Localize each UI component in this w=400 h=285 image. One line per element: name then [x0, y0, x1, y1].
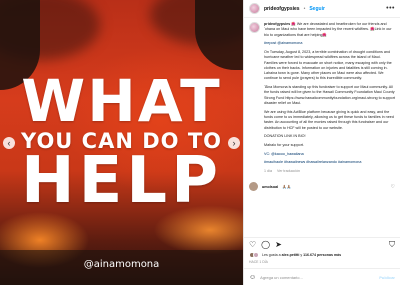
- caption-paragraph: We are using this ActBlue platform becau…: [264, 109, 394, 130]
- caption-scroll-area[interactable]: prideofgypsies 🌺 We are devastated and h…: [244, 18, 400, 237]
- chevron-right-icon: ›: [232, 137, 236, 148]
- see-translation-link[interactable]: Ver traducción: [277, 169, 300, 174]
- bookmark-icon[interactable]: ⛉: [389, 240, 395, 249]
- likes-avatars: [249, 252, 259, 258]
- caption: prideofgypsies 🌺 We are devastated and h…: [249, 22, 395, 174]
- post-image[interactable]: WHAT YOU CAN DO TO HELP @ainamomona ‹ ›: [0, 0, 243, 285]
- image-watermark: @ainamomona: [83, 259, 160, 270]
- chevron-left-icon: ‹: [7, 137, 11, 148]
- caption-hashtags[interactable]: #mauihaole #hawaiinews #hawaiirelanzando…: [264, 160, 395, 165]
- avatar: [253, 252, 259, 258]
- headline-help: HELP: [21, 144, 222, 218]
- caption-username[interactable]: prideofgypsies: [264, 22, 290, 26]
- avatar[interactable]: [249, 22, 260, 33]
- tree-silhouette: [195, 0, 243, 70]
- avatar[interactable]: [249, 182, 258, 192]
- post-date: HACE 1 DÍA: [249, 260, 268, 264]
- comment-text: 🙏🏽🙏🏽: [282, 184, 292, 189]
- caption-paragraph: ʻĀina Momona is standing up this fundrai…: [264, 85, 395, 106]
- comment-username[interactable]: umolsoal: [262, 185, 278, 189]
- comment-item: umolsoal 🙏🏽🙏🏽 ♡: [249, 182, 395, 192]
- caption-time: 1 día: [264, 169, 272, 174]
- caption-paragraph: Mahalo for your support.: [264, 142, 304, 147]
- caption-credit[interactable]: VC: @kaooo_hawaiiana: [264, 152, 395, 157]
- emoji-icon[interactable]: ☺: [249, 274, 256, 281]
- post-header: prideofgypsies • Seguir •••: [244, 0, 400, 18]
- likes-count[interactable]: 116.674 personas más: [303, 253, 341, 257]
- follow-button[interactable]: Seguir: [309, 6, 325, 12]
- likes-summary[interactable]: Les gusta a alex.petitti y 116.674 perso…: [244, 251, 400, 260]
- caption-body: prideofgypsies 🌺 We are devastated and h…: [264, 22, 395, 174]
- caption-repost[interactable]: #repost @ainamomona: [264, 41, 395, 46]
- caption-meta: 1 día Ver traducción: [264, 169, 395, 174]
- add-comment-bar: ☺ Publicar: [244, 268, 400, 285]
- comment-icon[interactable]: ◯: [261, 240, 270, 249]
- post-side-panel: prideofgypsies • Seguir ••• prideofgypsi…: [243, 0, 400, 285]
- share-icon[interactable]: ➤: [275, 240, 282, 249]
- avatar[interactable]: [249, 3, 260, 14]
- publish-button[interactable]: Publicar: [379, 275, 395, 280]
- carousel-next-button[interactable]: ›: [228, 137, 240, 149]
- likes-text: Les gusta a alex.petitti y 116.674 perso…: [262, 253, 342, 257]
- carousel-prev-button[interactable]: ‹: [3, 137, 15, 149]
- separator-dot: •: [303, 5, 306, 12]
- headline-what: WHAT: [21, 67, 222, 135]
- caption-paragraph: On Tuesday, August 8, 2023, a terrible c…: [264, 49, 392, 81]
- caption-paragraph: prideofgypsies 🌺 We are devastated and h…: [264, 22, 392, 37]
- comment-input[interactable]: [260, 274, 376, 280]
- instagram-post-view: WHAT YOU CAN DO TO HELP @ainamomona ‹ › …: [0, 0, 400, 285]
- post-actions-bar: ♡ ◯ ➤ ⛉: [244, 237, 400, 251]
- likes-user[interactable]: alex.petitti: [282, 253, 300, 257]
- header-username[interactable]: prideofgypsies: [264, 6, 300, 12]
- heart-icon[interactable]: ♡: [391, 184, 395, 190]
- heart-icon[interactable]: ♡: [249, 240, 256, 249]
- more-options-icon[interactable]: •••: [386, 5, 395, 12]
- caption-paragraph: DONATION LINK IN BIO!: [264, 134, 306, 139]
